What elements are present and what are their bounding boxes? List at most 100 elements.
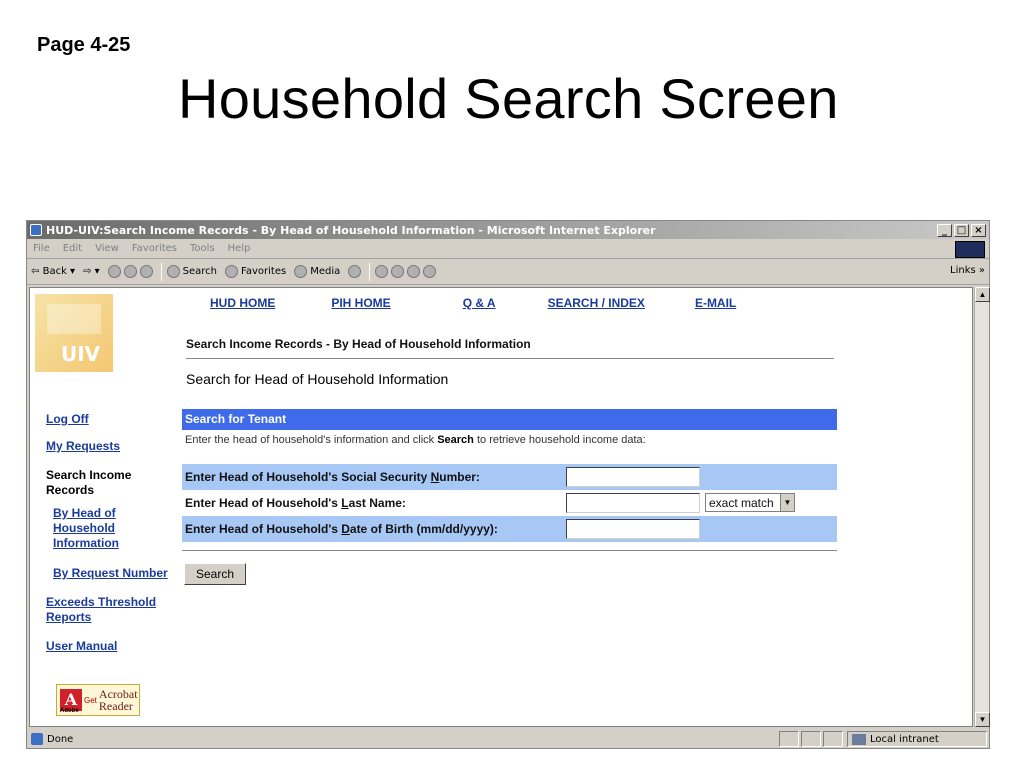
- top-navigation: HUD HOME PIH HOME Q & A SEARCH / INDEX E…: [210, 296, 736, 310]
- search-income-records-label: Search Income Records: [46, 468, 176, 498]
- toolbar: ⇦ Back ▾ ⇨ ▾ Search Favorites Media Link…: [27, 259, 989, 285]
- search-icon: [166, 265, 180, 278]
- search-toolbar-label: Search: [182, 266, 218, 277]
- window-titlebar[interactable]: HUD-UIV:Search Income Records - By Head …: [27, 221, 989, 239]
- status-text: Done: [31, 733, 777, 745]
- slide-title: Household Search Screen: [178, 67, 839, 130]
- menu-favorites[interactable]: Favorites: [132, 243, 177, 254]
- menu-view[interactable]: View: [95, 243, 119, 254]
- acrobat-reader-text: Acrobat Reader: [99, 688, 138, 712]
- instructions-before: Enter the head of household's informatio…: [185, 434, 438, 446]
- window-title: HUD-UIV:Search Income Records - By Head …: [46, 223, 656, 237]
- media-icon: [294, 265, 308, 278]
- by-head-line3: Information: [53, 536, 119, 550]
- menu-help[interactable]: Help: [228, 243, 251, 254]
- toolbar-separator: [369, 262, 371, 281]
- ssn-row: Enter Head of Household's Social Securit…: [182, 464, 837, 490]
- status-cell: [823, 731, 843, 747]
- refresh-icon[interactable]: [123, 265, 137, 278]
- nav-pih-home[interactable]: PIH HOME: [331, 296, 390, 310]
- exceeds-line2: Reports: [46, 610, 92, 624]
- nav-q-and-a[interactable]: Q & A: [463, 296, 496, 310]
- favorites-icon: [225, 265, 239, 278]
- menu-edit[interactable]: Edit: [63, 243, 82, 254]
- back-button[interactable]: ⇦ Back ▾: [31, 266, 75, 277]
- ie-icon: [30, 224, 42, 236]
- last-name-row: Enter Head of Household's Last Name: exa…: [182, 490, 837, 516]
- page-number: Page 4-25: [37, 34, 131, 56]
- slide: Page 4-25 Household Search Screen HUD-UI…: [0, 0, 1024, 768]
- log-off-link[interactable]: Log Off: [46, 412, 176, 426]
- menu-bar: File Edit View Favorites Tools Help: [27, 239, 989, 259]
- scroll-down-arrow-icon[interactable]: ▼: [975, 712, 990, 727]
- my-requests-link[interactable]: My Requests: [46, 439, 176, 453]
- forward-button[interactable]: ⇨ ▾: [83, 266, 100, 277]
- last-name-label: Enter Head of Household's Last Name:: [185, 496, 406, 510]
- discuss-icon[interactable]: [423, 265, 437, 278]
- last-name-input[interactable]: [566, 493, 700, 513]
- zone-label: Local intranet: [870, 733, 939, 745]
- ssn-input[interactable]: [566, 467, 700, 487]
- search-instructions: Enter the head of household's informatio…: [182, 430, 837, 464]
- exceeds-threshold-reports-link[interactable]: Exceeds Threshold Reports: [46, 595, 176, 625]
- windows-logo-icon: [955, 241, 985, 258]
- page-done-icon: [31, 733, 43, 745]
- home-icon[interactable]: [139, 265, 153, 278]
- left-navigation: Log Off My Requests Search Income Record…: [46, 412, 176, 653]
- print-icon[interactable]: [391, 265, 405, 278]
- uiv-logo-text: UIV: [61, 342, 101, 366]
- close-button[interactable]: ×: [971, 223, 986, 237]
- media-label: Media: [310, 266, 341, 277]
- search-button[interactable]: Search: [184, 563, 246, 585]
- match-type-value: exact match: [709, 495, 774, 510]
- acrobat-get: Get: [84, 695, 97, 705]
- get-acrobat-reader-link[interactable]: A Get Acrobat Reader Adobe: [56, 684, 140, 716]
- scroll-up-arrow-icon[interactable]: ▲: [975, 287, 990, 302]
- by-head-of-household-link[interactable]: By Head of Household Information: [53, 506, 176, 551]
- status-bar: Done Local intranet: [27, 729, 991, 749]
- search-for-tenant-header: Search for Tenant: [182, 409, 837, 430]
- maximize-button[interactable]: □: [954, 223, 969, 237]
- back-arrow-icon: ⇦: [31, 266, 40, 277]
- nav-hud-home[interactable]: HUD HOME: [210, 296, 275, 310]
- adobe-label: Adobe: [60, 708, 79, 714]
- instructions-after: to retrieve household income data:: [473, 434, 646, 446]
- search-toolbar-button[interactable]: Search: [166, 265, 218, 278]
- search-income-line2: Records: [46, 483, 95, 497]
- forward-arrow-icon: ⇨: [83, 266, 92, 277]
- match-type-select[interactable]: exact match ▼: [705, 493, 795, 512]
- favorites-button[interactable]: Favorites: [225, 265, 286, 278]
- stop-icon[interactable]: [107, 265, 121, 278]
- page-viewport: UIV HUD HOME PIH HOME Q & A SEARCH / IND…: [29, 287, 973, 727]
- house-icon: [47, 304, 101, 334]
- media-button[interactable]: Media: [294, 265, 340, 278]
- status-done-label: Done: [47, 733, 74, 745]
- uiv-logo: UIV: [35, 294, 113, 372]
- search-form: Search for Tenant Enter the head of hous…: [182, 409, 837, 585]
- page-subheading: Search for Head of Household Information: [186, 371, 449, 387]
- exceeds-line1: Exceeds Threshold: [46, 595, 157, 609]
- back-label: Back: [42, 266, 67, 277]
- minimize-button[interactable]: _: [937, 223, 952, 237]
- chevron-down-icon[interactable]: ▼: [780, 494, 794, 511]
- edit-icon[interactable]: [407, 265, 421, 278]
- status-cell: [801, 731, 821, 747]
- divider: [186, 358, 834, 359]
- by-request-number-link[interactable]: By Request Number: [53, 566, 176, 580]
- menu-file[interactable]: File: [33, 243, 50, 254]
- menu-tools[interactable]: Tools: [190, 243, 215, 254]
- dob-input[interactable]: [566, 519, 700, 539]
- history-icon[interactable]: [348, 265, 362, 278]
- by-head-line1: By Head of: [53, 506, 116, 520]
- instructions-bold: Search: [437, 434, 474, 446]
- by-head-line2: Household: [53, 521, 115, 535]
- nav-search-index[interactable]: SEARCH / INDEX: [548, 296, 645, 310]
- mail-icon[interactable]: [375, 265, 389, 278]
- acrobat-line2: Reader: [98, 699, 133, 713]
- dob-row: Enter Head of Household's Date of Birth …: [182, 516, 837, 542]
- links-button[interactable]: Links »: [950, 265, 985, 276]
- vertical-scrollbar[interactable]: ▲ ▼: [974, 287, 990, 727]
- ssn-label: Enter Head of Household's Social Securit…: [185, 470, 480, 484]
- user-manual-link[interactable]: User Manual: [46, 639, 176, 653]
- nav-email[interactable]: E-MAIL: [695, 296, 736, 310]
